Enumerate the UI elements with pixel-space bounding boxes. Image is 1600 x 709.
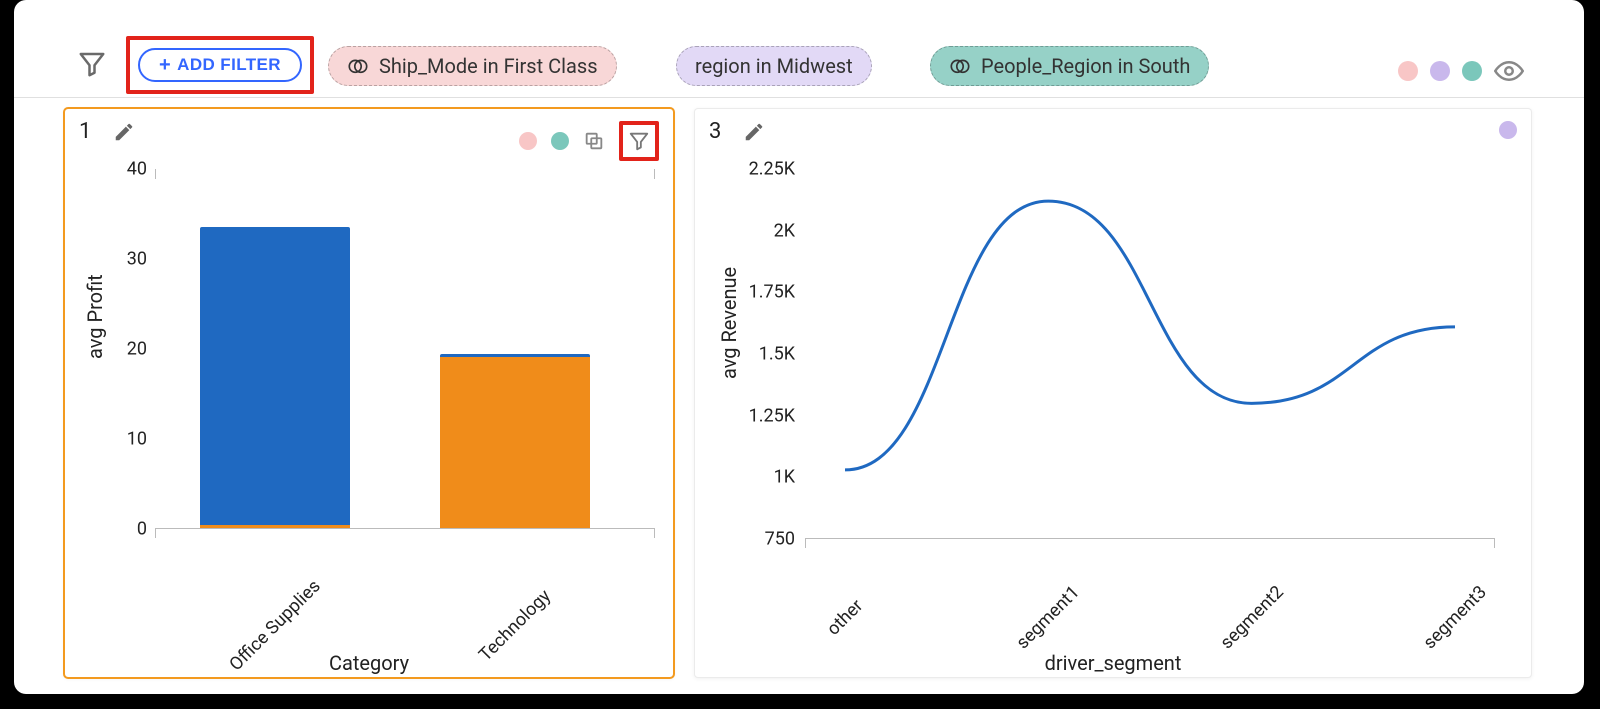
filter-icon[interactable] [74,46,110,82]
y-tick-label: 2.25K [739,159,795,180]
page: + ADD FILTER Ship_Mode in First Class re… [14,0,1584,694]
filter-toolbar: + ADD FILTER Ship_Mode in First Class re… [14,18,1584,98]
legend-dot-pink[interactable] [1398,61,1418,81]
filter-chip-shipmode[interactable]: Ship_Mode in First Class [328,46,617,86]
bar [440,354,590,528]
edit-icon[interactable] [743,121,765,143]
y-tick-label: 1.75K [739,282,795,303]
filter-icon[interactable] [628,130,650,152]
axis-tick-frame [155,528,655,538]
y-tick-label: 40 [115,159,147,180]
eye-icon[interactable] [1494,56,1524,86]
add-filter-button[interactable]: + ADD FILTER [138,48,302,82]
legend-dot-purple[interactable] [1430,61,1450,81]
panel-dot-pink[interactable] [519,132,537,150]
filter-chip-label: Ship_Mode in First Class [379,54,598,78]
panel-controls [519,121,659,161]
panel-dot-teal[interactable] [551,132,569,150]
venn-icon [347,55,369,77]
filter-chip-peopleregion[interactable]: People_Region in South [930,46,1209,86]
legend-dot-teal[interactable] [1462,61,1482,81]
legend-dots [1398,56,1524,86]
copy-icon[interactable] [583,130,605,152]
x-axis-label: Category [85,651,653,675]
edit-icon[interactable] [113,121,135,143]
x-axis-label: driver_segment [715,651,1511,675]
panel-dot-purple[interactable] [1499,121,1517,139]
panel-filter-highlight [619,121,659,161]
bar-chart: avg Profit 010203040Office SuppliesTechn… [85,159,653,657]
filter-chip-region[interactable]: region in Midwest [676,46,872,86]
add-filter-label: ADD FILTER [177,55,281,75]
y-tick-label: 1K [739,467,795,488]
panel-controls [1499,121,1517,139]
y-tick-label: 20 [115,339,147,360]
plot-area: 7501K1.25K1.5K1.75K2K2.25Kothersegment1s… [805,169,1495,539]
y-axis-label: avg Revenue [717,267,741,379]
y-tick-label: 1.5K [739,344,795,365]
y-tick-label: 30 [115,249,147,270]
y-tick-label: 1.25K [739,405,795,426]
add-filter-highlight: + ADD FILTER [126,36,314,94]
venn-icon [949,55,971,77]
plus-icon: + [159,55,171,75]
y-tick-label: 2K [739,220,795,241]
line-path [805,169,1495,539]
panel-index: 1 [79,119,91,144]
y-tick-label: 10 [115,429,147,450]
y-axis-label: avg Profit [83,274,107,359]
bar [200,227,350,529]
y-tick-label: 0 [115,519,147,540]
filter-chip-label: region in Midwest [695,54,853,78]
line-chart: avg Revenue 7501K1.25K1.5K1.75K2K2.25Kot… [715,159,1511,657]
axis-tick-frame [155,169,655,179]
axis-tick-frame [805,538,1495,548]
chart-panel-1[interactable]: 1 avg Profit 010203040Office SuppliesTe [64,108,674,678]
panel-header: 3 [709,119,765,144]
y-tick-label: 750 [739,529,795,550]
panel-index: 3 [709,119,721,144]
chart-panel-3[interactable]: 3 avg Revenue 7501K1.25K1.5K1.75K2K2.25K… [694,108,1532,678]
plot-area: 010203040Office SuppliesTechnology [155,169,655,529]
filter-chip-label: People_Region in South [981,54,1190,78]
panel-header: 1 [79,119,135,144]
